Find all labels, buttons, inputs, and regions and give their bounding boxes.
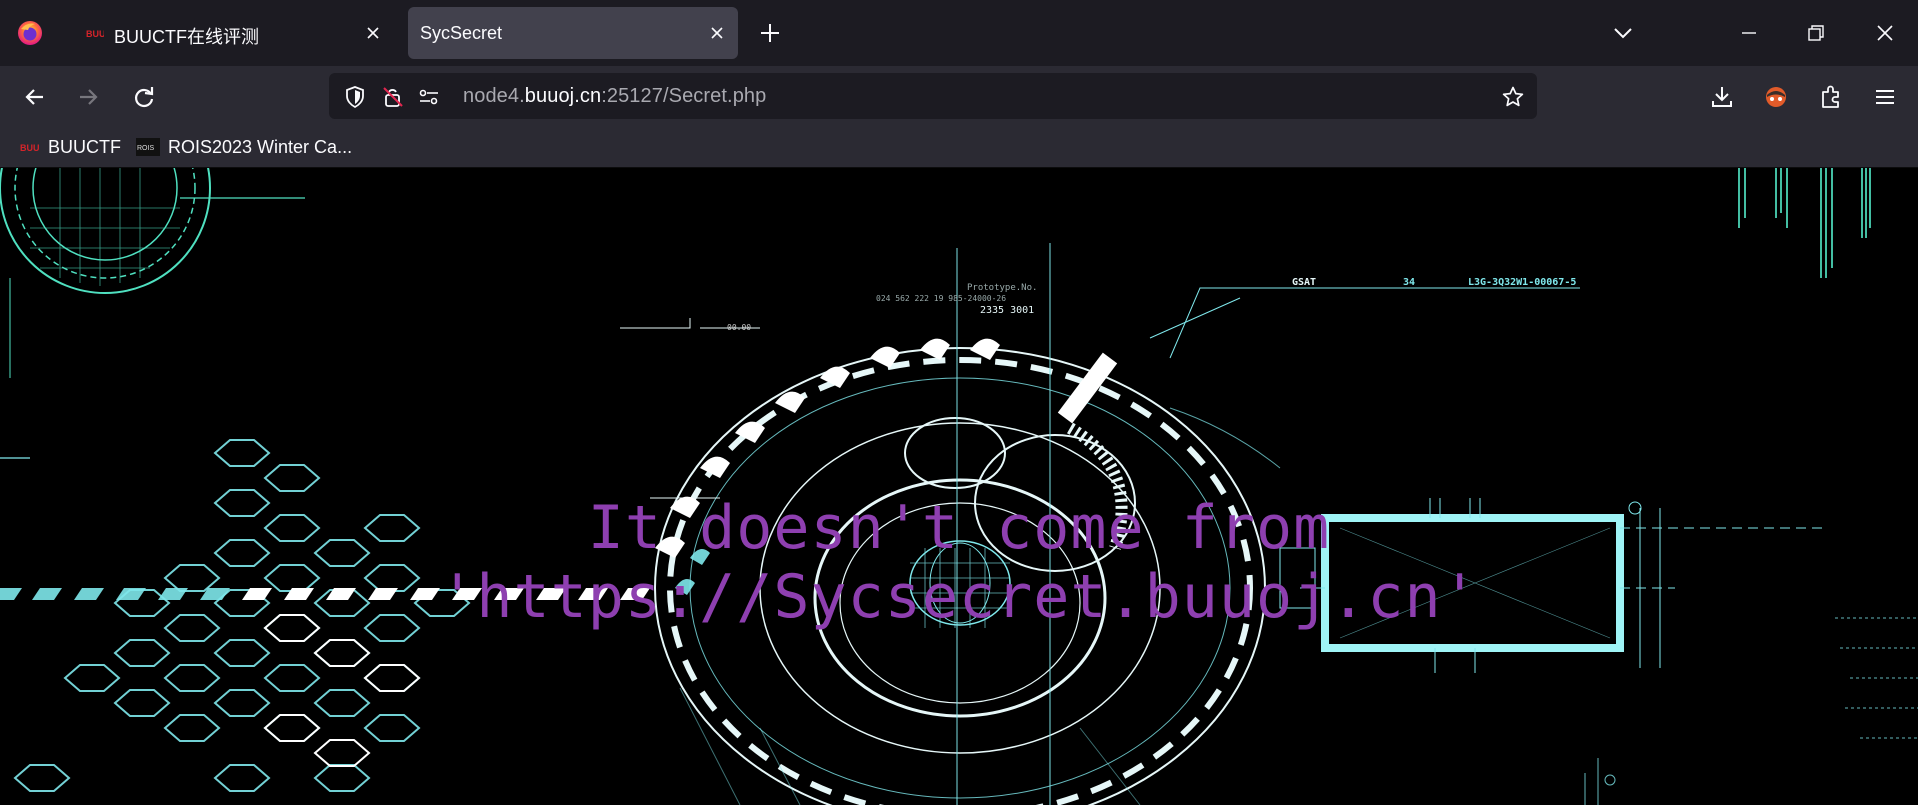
download-icon[interactable] xyxy=(1708,83,1736,111)
buuctf-favicon-icon: BUU xyxy=(86,29,104,39)
svg-text:BUU: BUU xyxy=(86,29,104,39)
url-bar[interactable]: node4.buuoj.cn:25127/Secret.php xyxy=(329,73,1537,119)
svg-text:L3G-3Q32W1-00067-5: L3G-3Q32W1-00067-5 xyxy=(1468,277,1576,288)
extension-icon[interactable] xyxy=(1817,83,1845,111)
page-message-line1: It doesn't come from xyxy=(587,493,1331,563)
tab-title: SycSecret xyxy=(420,23,503,43)
bookmark-label: BUUCTF xyxy=(48,136,121,157)
bookmark-rois2023[interactable]: ROIS ROIS2023 Winter Ca... xyxy=(136,134,352,160)
tab-buuctf[interactable]: BUU BUUCTF在线评测 xyxy=(70,7,394,59)
close-window-icon[interactable] xyxy=(1872,20,1898,46)
tab-sycsecret[interactable]: SycSecret xyxy=(408,7,738,59)
forward-icon[interactable] xyxy=(74,83,102,111)
hud-labels-decoration: GSAT 34 L3G-3Q32W1-00067-5 Prototype.No.… xyxy=(727,277,1576,332)
back-icon[interactable] xyxy=(21,83,49,111)
shield-icon[interactable] xyxy=(343,85,367,109)
svg-text:2335 3001: 2335 3001 xyxy=(980,305,1034,316)
page-content: GSAT 34 L3G-3Q32W1-00067-5 Prototype.No.… xyxy=(0,168,1918,805)
tab-title: BUUCTF在线评测 xyxy=(114,27,259,47)
svg-text:34: 34 xyxy=(1403,277,1415,288)
svg-text:GSAT: GSAT xyxy=(1292,277,1316,288)
misc-hud-lines-decoration xyxy=(679,617,1918,805)
tab-bar: BUU BUUCTF在线评测 SycSecret xyxy=(0,0,1918,66)
radar-decoration xyxy=(0,168,305,378)
menu-icon[interactable] xyxy=(1871,83,1899,111)
svg-text:ROIS: ROIS xyxy=(137,145,154,152)
star-icon[interactable] xyxy=(1501,85,1525,109)
insecure-lock-icon[interactable] xyxy=(381,85,405,109)
restore-icon[interactable] xyxy=(1803,20,1829,46)
hackbar-extension-icon[interactable] xyxy=(1762,83,1790,111)
svg-text:024 562 222 19 985-24000-26: 024 562 222 19 985-24000-26 xyxy=(876,294,1006,303)
bookmarks-bar: BUU BUUCTF ROIS ROIS2023 Winter Ca... xyxy=(0,126,1918,168)
svg-text:00.00: 00.00 xyxy=(727,323,751,332)
rois-favicon-icon: ROIS xyxy=(136,138,160,156)
bookmark-buuctf[interactable]: BUU BUUCTF xyxy=(20,134,121,160)
minimize-icon[interactable] xyxy=(1736,20,1762,46)
firefox-logo-icon[interactable] xyxy=(17,20,43,46)
close-icon[interactable] xyxy=(364,24,382,42)
plus-icon[interactable] xyxy=(757,20,783,46)
page-message-line2: 'https://Sycsecret.buuoj.cn' xyxy=(439,562,1479,632)
permissions-icon[interactable] xyxy=(417,85,441,109)
nav-bar: node4.buuoj.cn:25127/Secret.php xyxy=(0,66,1918,126)
url-text[interactable]: node4.buuoj.cn:25127/Secret.php xyxy=(463,85,766,108)
hud-background-image: GSAT 34 L3G-3Q32W1-00067-5 Prototype.No.… xyxy=(0,168,1918,805)
reload-icon[interactable] xyxy=(130,83,158,111)
bookmark-label: ROIS2023 Winter Ca... xyxy=(168,136,353,157)
chevron-down-icon[interactable] xyxy=(1610,20,1636,46)
vertical-bars-decoration xyxy=(1738,168,1871,278)
buuctf-favicon-icon: BUU xyxy=(20,143,40,153)
svg-text:BUU: BUU xyxy=(20,143,40,153)
svg-text:Prototype.No.: Prototype.No. xyxy=(967,283,1037,293)
close-icon[interactable] xyxy=(708,24,726,42)
